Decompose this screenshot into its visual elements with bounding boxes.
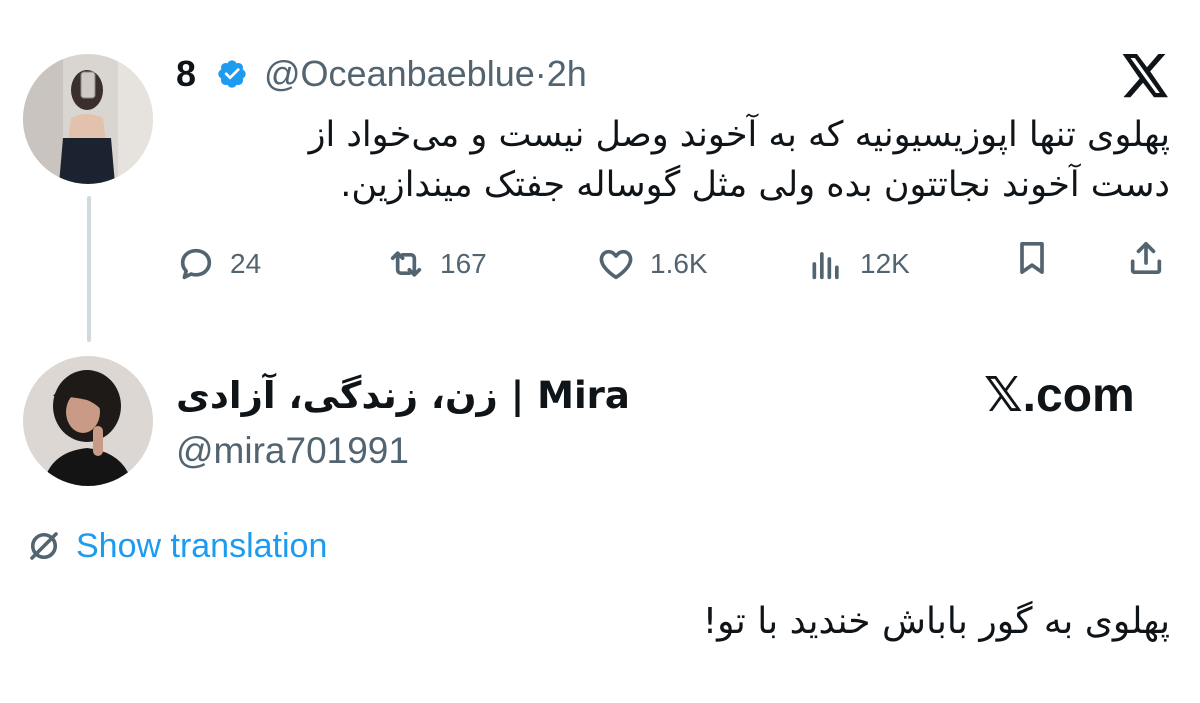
display-name[interactable]: زن، زندگی، آزادی | Mira bbox=[176, 372, 630, 420]
avatar-photo-1 bbox=[23, 54, 153, 184]
tweet-text-line: پهلوی تنها اپوزیسیونیه که به آخوند وصل ن… bbox=[308, 115, 1170, 155]
x-logo-icon bbox=[1122, 54, 1168, 98]
reply-count: 24 bbox=[230, 248, 262, 279]
separator-dot: · bbox=[534, 53, 547, 94]
retweet-count: 167 bbox=[440, 248, 487, 279]
share-icon bbox=[1130, 242, 1162, 274]
handle-and-time[interactable]: @Oceanbaeblue·2h bbox=[264, 52, 587, 96]
views-button[interactable]: 12K bbox=[806, 238, 910, 290]
avatar-oceanbaeblue[interactable] bbox=[23, 54, 153, 184]
display-name[interactable]: 8 bbox=[176, 52, 196, 96]
reply-icon bbox=[180, 248, 212, 280]
verified-badge-icon bbox=[218, 60, 246, 88]
tweet-text: پهلوی تنها اپوزیسیونیه که به آخوند وصل ن… bbox=[176, 110, 1170, 210]
reply-button[interactable]: 24 bbox=[176, 238, 261, 290]
bookmark-icon bbox=[1020, 242, 1044, 274]
bookmark-button[interactable] bbox=[1012, 238, 1052, 278]
translate-icon bbox=[30, 532, 58, 560]
thread-connector-line bbox=[87, 196, 91, 342]
tweet-action-bar: 24 167 1.6K 12K bbox=[176, 238, 1172, 290]
like-button[interactable]: 1.6K bbox=[596, 238, 708, 290]
tweet-text-line: دست آخوند نجاتتون بده ولی مثل گوساله جفت… bbox=[340, 165, 1170, 205]
retweet-icon bbox=[390, 251, 422, 277]
timestamp[interactable]: 2h bbox=[547, 53, 587, 94]
avatar-mira[interactable] bbox=[23, 356, 153, 486]
retweet-button[interactable]: 167 bbox=[386, 238, 487, 290]
x-com-label: 𝕏.com bbox=[984, 369, 1135, 422]
reply-text: پهلوی به گور باباش خندید با تو! bbox=[702, 601, 1170, 642]
share-button[interactable] bbox=[1126, 238, 1166, 278]
show-translation-label[interactable]: Show translation bbox=[76, 522, 327, 570]
avatar-photo-2 bbox=[23, 356, 153, 486]
handle[interactable]: @mira701991 bbox=[176, 428, 409, 474]
heart-icon bbox=[599, 249, 633, 280]
show-translation-link[interactable]: Show translation bbox=[26, 522, 327, 570]
handle[interactable]: @Oceanbaeblue bbox=[264, 53, 535, 94]
view-count: 12K bbox=[860, 248, 910, 279]
like-count: 1.6K bbox=[650, 248, 708, 279]
views-chart-icon bbox=[812, 252, 839, 280]
